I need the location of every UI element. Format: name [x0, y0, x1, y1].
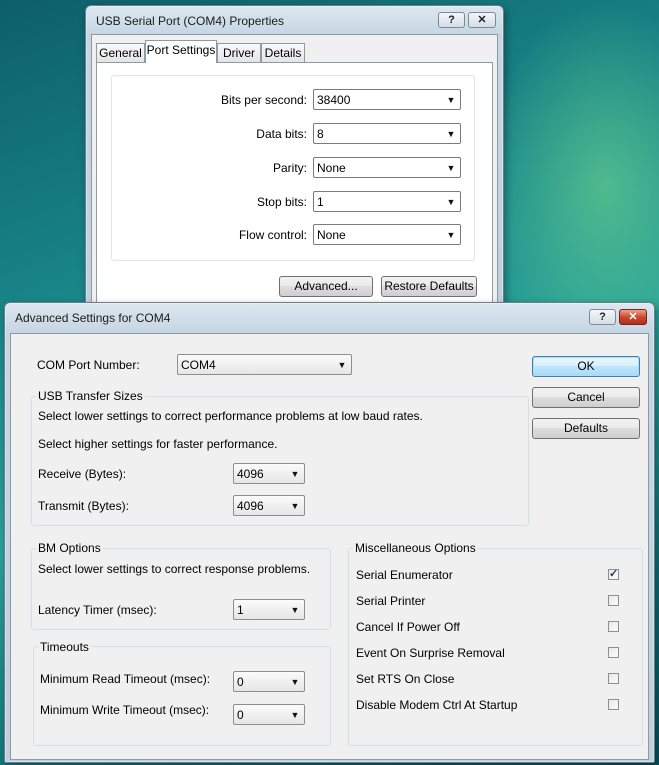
chevron-down-icon: ▼: [446, 197, 456, 207]
tab-driver[interactable]: Driver: [217, 43, 261, 63]
properties-titlebar[interactable]: USB Serial Port (COM4) Properties ? ✕: [86, 6, 503, 36]
bits-per-second-select[interactable]: 38400 ▼: [313, 89, 461, 110]
flow-control-value: None: [317, 228, 346, 242]
bits-per-second-value: 38400: [317, 93, 351, 107]
properties-client: General Port Settings Driver Details Bit…: [91, 34, 498, 316]
chevron-down-icon: ▼: [446, 95, 456, 105]
timeouts-groupbox: [33, 646, 331, 746]
misc-option-checkbox[interactable]: [608, 647, 619, 658]
usb-hint-lower: Select lower settings to correct perform…: [38, 409, 423, 423]
receive-label: Receive (Bytes):: [38, 467, 127, 481]
stop-bits-label: Stop bits:: [256, 195, 307, 209]
checkmark-icon: ✓: [609, 568, 619, 580]
com-port-select[interactable]: COM4 ▼: [177, 354, 352, 375]
misc-option-label: Serial Enumerator: [356, 568, 453, 582]
min-read-timeout-select[interactable]: 0 ▼: [233, 671, 305, 692]
timeouts-title: Timeouts: [38, 640, 91, 654]
advanced-button[interactable]: Advanced...: [279, 276, 373, 297]
misc-option-checkbox[interactable]: ✓: [608, 568, 619, 580]
parity-select[interactable]: None ▼: [313, 157, 461, 178]
misc-option-checkbox[interactable]: [608, 621, 619, 632]
receive-select[interactable]: 4096 ▼: [233, 463, 305, 484]
advanced-client: COM Port Number: COM4 ▼ USB Transfer Siz…: [10, 333, 649, 760]
min-write-timeout-label: Minimum Write Timeout (msec):: [40, 703, 210, 717]
data-bits-value: 8: [317, 127, 324, 141]
chevron-down-icon: ▼: [337, 360, 347, 370]
chevron-down-icon: ▼: [446, 230, 456, 240]
defaults-button[interactable]: Defaults: [532, 418, 640, 439]
com-port-label: COM Port Number:: [37, 358, 140, 372]
stop-bits-value: 1: [317, 195, 324, 209]
com-port-value: COM4: [181, 358, 216, 372]
tab-details[interactable]: Details: [261, 43, 305, 63]
misc-option-checkbox[interactable]: [608, 673, 619, 684]
advanced-settings-window: Advanced Settings for COM4 ? ✕ COM Port …: [4, 302, 655, 763]
ok-button[interactable]: OK: [532, 356, 640, 377]
advanced-close-button[interactable]: ✕: [619, 309, 647, 325]
misc-option-label: Event On Surprise Removal: [356, 646, 505, 660]
flow-control-select[interactable]: None ▼: [313, 224, 461, 245]
advanced-title: Advanced Settings for COM4: [15, 311, 171, 325]
misc-option-label: Serial Printer: [356, 594, 426, 608]
tab-port-settings[interactable]: Port Settings: [145, 40, 217, 63]
advanced-titlebar[interactable]: Advanced Settings for COM4 ? ✕: [5, 303, 654, 333]
parity-label: Parity:: [272, 161, 307, 175]
misc-option-label: Set RTS On Close: [356, 672, 455, 686]
misc-options-title: Miscellaneous Options: [353, 541, 478, 555]
advanced-help-button[interactable]: ?: [589, 309, 616, 325]
usb-transfer-title: USB Transfer Sizes: [36, 389, 145, 403]
properties-title: USB Serial Port (COM4) Properties: [96, 14, 285, 28]
chevron-down-icon: ▼: [290, 677, 300, 687]
data-bits-label: Data bits:: [256, 127, 307, 141]
chevron-down-icon: ▼: [290, 501, 300, 511]
misc-option-label: Disable Modem Ctrl At Startup: [356, 698, 518, 712]
stop-bits-select[interactable]: 1 ▼: [313, 191, 461, 212]
bm-hint: Select lower settings to correct respons…: [38, 562, 311, 576]
transmit-select[interactable]: 4096 ▼: [233, 495, 305, 516]
chevron-down-icon: ▼: [290, 605, 300, 615]
restore-defaults-button[interactable]: Restore Defaults: [381, 276, 477, 297]
misc-option-checkbox[interactable]: [608, 595, 619, 606]
data-bits-select[interactable]: 8 ▼: [313, 123, 461, 144]
chevron-down-icon: ▼: [290, 710, 300, 720]
tab-general[interactable]: General: [96, 43, 145, 63]
latency-timer-label: Latency Timer (msec):: [38, 603, 157, 617]
min-write-timeout-value: 0: [237, 708, 244, 722]
transmit-value: 4096: [237, 499, 264, 513]
misc-option-label: Cancel If Power Off: [356, 620, 460, 634]
desktop-background: [480, 0, 659, 310]
properties-close-button[interactable]: ✕: [468, 12, 496, 28]
misc-option-checkbox[interactable]: [608, 699, 619, 710]
usb-hint-higher: Select higher settings for faster perfor…: [38, 437, 278, 451]
min-read-timeout-value: 0: [237, 675, 244, 689]
min-read-timeout-label: Minimum Read Timeout (msec):: [40, 672, 211, 686]
latency-timer-value: 1: [237, 603, 244, 617]
port-settings-panel: Bits per second: 38400 ▼ Data bits: 8 ▼ …: [96, 62, 493, 316]
receive-value: 4096: [237, 467, 264, 481]
bits-per-second-label: Bits per second:: [220, 93, 307, 107]
parity-value: None: [317, 161, 346, 175]
flow-control-label: Flow control:: [238, 228, 307, 242]
transmit-label: Transmit (Bytes):: [38, 499, 129, 513]
chevron-down-icon: ▼: [446, 163, 456, 173]
chevron-down-icon: ▼: [290, 469, 300, 479]
properties-help-button[interactable]: ?: [438, 12, 465, 28]
min-write-timeout-select[interactable]: 0 ▼: [233, 704, 305, 725]
cancel-button[interactable]: Cancel: [532, 387, 640, 408]
chevron-down-icon: ▼: [446, 129, 456, 139]
bm-options-title: BM Options: [36, 541, 103, 555]
properties-window: USB Serial Port (COM4) Properties ? ✕ Ge…: [85, 5, 504, 317]
latency-timer-select[interactable]: 1 ▼: [233, 599, 305, 620]
